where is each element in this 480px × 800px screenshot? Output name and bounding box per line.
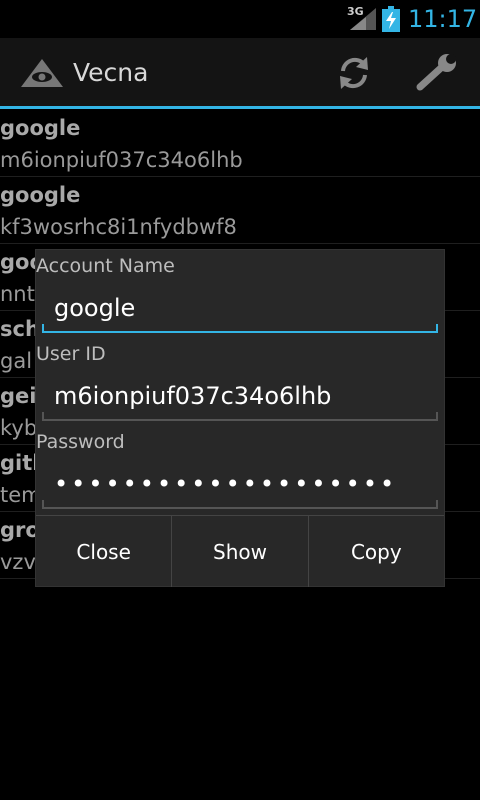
item-name: sch — [0, 317, 40, 341]
status-bar: 3G 11:17 — [0, 0, 480, 38]
password-underline — [42, 500, 438, 509]
wrench-icon[interactable] — [414, 53, 460, 93]
user-id-label: User ID — [36, 343, 106, 365]
list-item[interactable]: google kf3wosrhc8i1nfydbwf8 — [0, 177, 480, 244]
action-bar-divider — [0, 106, 480, 109]
dialog-button-bar: Close Show Copy — [36, 515, 444, 587]
user-id-underline — [42, 412, 438, 421]
app-title: Vecna — [73, 58, 149, 87]
action-bar: Vecna — [0, 38, 480, 106]
user-id-field[interactable] — [42, 376, 438, 416]
refresh-icon[interactable] — [334, 53, 374, 93]
item-id: kyb — [0, 416, 38, 440]
item-id: m6ionpiuf037c34o6lhb — [0, 148, 243, 172]
item-name: google — [0, 183, 81, 207]
item-id: nnt — [0, 282, 35, 306]
account-dialog: Account Name User ID Password Close Show… — [36, 250, 444, 587]
password-field[interactable] — [42, 464, 438, 504]
item-name: gei — [0, 384, 37, 408]
item-name: gro — [0, 518, 40, 542]
copy-button[interactable]: Copy — [309, 516, 444, 587]
clock: 11:17 — [408, 5, 478, 33]
account-name-label: Account Name — [36, 255, 175, 277]
close-button[interactable]: Close — [36, 516, 173, 587]
battery-icon — [382, 6, 400, 32]
item-id: kf3wosrhc8i1nfydbwf8 — [0, 215, 237, 239]
list-item[interactable]: google m6ionpiuf037c34o6lhb — [0, 110, 480, 177]
account-name-underline — [42, 324, 438, 333]
item-id: vzv — [0, 550, 36, 574]
eye-triangle-icon[interactable] — [20, 58, 64, 88]
account-name-field[interactable] — [42, 288, 438, 328]
item-id: gal — [0, 349, 33, 373]
show-button[interactable]: Show — [172, 516, 309, 587]
signal-icon — [350, 8, 376, 30]
password-label: Password — [36, 431, 125, 453]
item-name: google — [0, 116, 81, 140]
